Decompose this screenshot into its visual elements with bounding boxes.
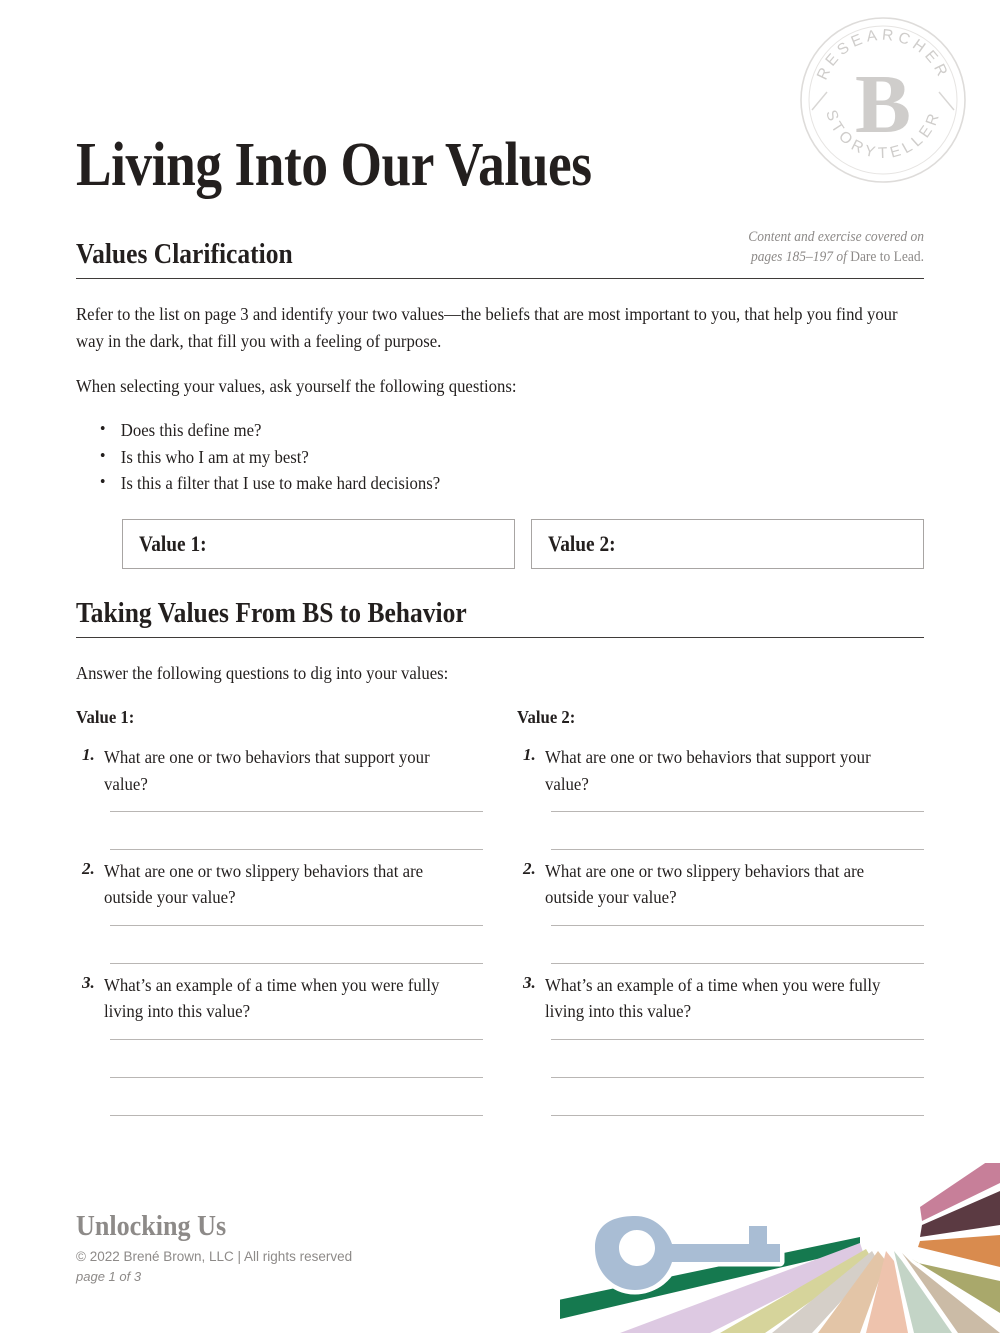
question-number: 1. <box>82 745 95 765</box>
answer-line[interactable] <box>551 1076 924 1078</box>
section2-intro: Answer the following questions to dig in… <box>76 663 449 684</box>
section1-paragraph-2: When selecting your values, ask yourself… <box>76 375 517 396</box>
answer-lines[interactable] <box>551 810 924 850</box>
answer-line[interactable] <box>551 1038 924 1040</box>
answer-line[interactable] <box>110 810 483 812</box>
page-footer: Unlocking Us © 2022 Brené Brown, LLC | A… <box>76 1210 353 1285</box>
answer-line[interactable] <box>551 962 924 964</box>
value-1-column: Value 1: 1. What are one or two behavior… <box>76 707 483 1123</box>
answer-line[interactable] <box>110 1076 483 1078</box>
question-row: 2. What are one or two slippery behavior… <box>76 858 483 911</box>
question-block: 1. What are one or two behaviors that su… <box>76 744 483 850</box>
value-2-column: Value 2: 1. What are one or two behavior… <box>517 707 924 1123</box>
reference-note-book: Dare to Lead. <box>850 248 924 265</box>
selection-questions-list: Does this define me? Is this who I am at… <box>76 416 924 497</box>
list-item: Is this a filter that I use to make hard… <box>98 469 883 497</box>
reference-note-line2: pages 185–197 of Dare to Lead. <box>748 248 924 268</box>
question-block: 3. What’s an example of a time when you … <box>517 972 924 1116</box>
answer-line[interactable] <box>110 1114 483 1116</box>
value-1-column-heading: Value 1: <box>76 707 135 728</box>
question-block: 3. What’s an example of a time when you … <box>76 972 483 1116</box>
answer-lines[interactable] <box>551 924 924 964</box>
value-1-input-box[interactable]: Value 1: <box>122 519 515 570</box>
question-text: What’s an example of a time when you wer… <box>104 974 440 1022</box>
answer-lines[interactable] <box>110 1038 483 1116</box>
question-row: 1. What are one or two behaviors that su… <box>76 744 483 797</box>
section-values-clarification: Values Clarification Content and exercis… <box>76 228 924 570</box>
question-number: 2. <box>523 858 536 878</box>
answer-line[interactable] <box>110 1038 483 1040</box>
question-number: 1. <box>523 745 536 765</box>
section1-paragraph-1: Refer to the list on page 3 and identify… <box>76 304 898 351</box>
key-icon <box>590 1198 785 1295</box>
question-text: What are one or two slippery behaviors t… <box>104 860 424 908</box>
question-number: 3. <box>82 972 95 992</box>
color-rays <box>560 1163 1000 1333</box>
key-rays-artwork <box>560 1163 1000 1333</box>
answer-lines[interactable] <box>110 810 483 850</box>
question-text: What are one or two behaviors that suppo… <box>545 747 871 794</box>
reference-note-pages: pages 185–197 of <box>750 248 851 265</box>
section2-title: Taking Values From BS to Behavior <box>76 597 467 629</box>
value-2-label: Value 2: <box>548 531 616 557</box>
page-title: Living Into Our Values <box>76 130 592 199</box>
question-number: 2. <box>82 858 95 878</box>
answer-lines[interactable] <box>551 1038 924 1116</box>
value-2-column-heading: Value 2: <box>517 707 576 728</box>
question-row: 3. What’s an example of a time when you … <box>517 972 924 1025</box>
question-number: 3. <box>523 972 536 992</box>
brand-unlocking-us: Unlocking Us <box>76 1210 227 1242</box>
answer-line[interactable] <box>551 1114 924 1116</box>
worksheet-page: RESEARCHER STORYTELLER B Living Into Our… <box>0 0 1000 1333</box>
value-question-columns: Value 1: 1. What are one or two behavior… <box>76 707 924 1123</box>
reference-note-line1: Content and exercise covered on <box>748 229 924 245</box>
researcher-storyteller-seal: RESEARCHER STORYTELLER B <box>797 14 969 186</box>
list-item: Does this define me? <box>98 416 883 444</box>
question-block: 2. What are one or two slippery behavior… <box>76 858 483 964</box>
answer-line[interactable] <box>110 848 483 850</box>
section-bs-to-behavior: Taking Values From BS to Behavior Answer… <box>76 598 924 1124</box>
value-2-input-box[interactable]: Value 2: <box>531 519 924 570</box>
section1-title: Values Clarification <box>76 237 293 270</box>
answer-line[interactable] <box>551 924 924 926</box>
question-block: 1. What are one or two behaviors that su… <box>517 744 924 850</box>
question-row: 1. What are one or two behaviors that su… <box>517 744 924 797</box>
value-entry-boxes: Value 1: Value 2: <box>76 519 924 570</box>
page-number: page 1 of 3 <box>76 1269 142 1284</box>
answer-line[interactable] <box>110 924 483 926</box>
question-text: What’s an example of a time when you wer… <box>545 974 881 1022</box>
section1-rule <box>76 278 924 280</box>
answer-line[interactable] <box>551 810 924 812</box>
question-block: 2. What are one or two slippery behavior… <box>517 858 924 964</box>
seal-monogram: B <box>855 58 911 151</box>
question-row: 3. What’s an example of a time when you … <box>76 972 483 1025</box>
copyright-line: © 2022 Brené Brown, LLC | All rights res… <box>76 1249 353 1264</box>
question-text: What are one or two slippery behaviors t… <box>545 860 865 908</box>
answer-lines[interactable] <box>110 924 483 964</box>
question-text: What are one or two behaviors that suppo… <box>104 747 430 794</box>
value-1-label: Value 1: <box>139 531 207 557</box>
section2-rule <box>76 637 924 639</box>
list-item: Is this who I am at my best? <box>98 443 883 471</box>
section2-header-row: Taking Values From BS to Behavior <box>76 597 924 629</box>
section1-reference-note: Content and exercise covered on pages 18… <box>748 228 924 269</box>
answer-line[interactable] <box>110 962 483 964</box>
question-row: 2. What are one or two slippery behavior… <box>517 858 924 911</box>
answer-line[interactable] <box>551 848 924 850</box>
section1-header-row: Values Clarification Content and exercis… <box>76 228 924 269</box>
